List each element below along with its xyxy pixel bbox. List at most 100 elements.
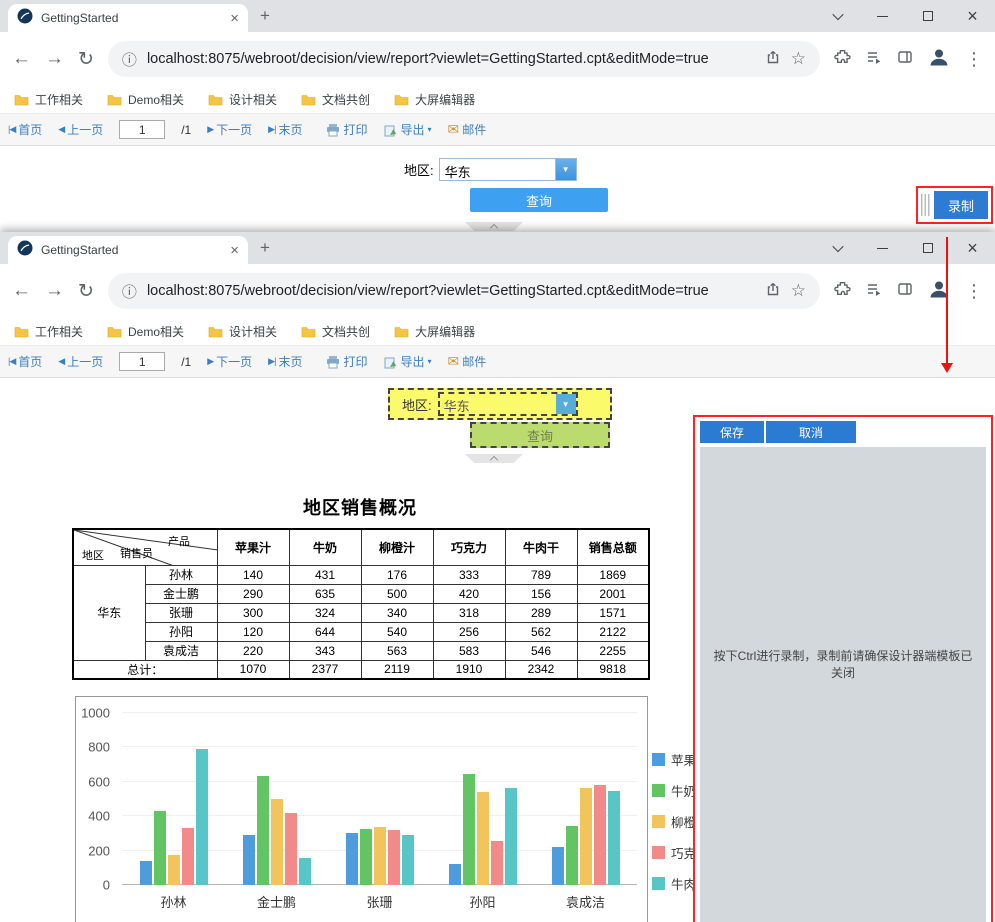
maximize-button[interactable] (905, 0, 950, 32)
print-button[interactable]: 打印 (326, 121, 367, 138)
minimize-button[interactable] (860, 232, 905, 264)
parameter-pane-collapse-handle[interactable] (465, 222, 523, 231)
bookmark-folder-3[interactable]: 设计相关 (208, 323, 277, 340)
bar-series4-cat3 (504, 788, 517, 885)
bookmark-folder-2[interactable]: Demo相关 (107, 91, 184, 108)
chart-x-tick-label: 孙阳 (469, 895, 496, 910)
mail-button[interactable]: ✉ 邮件 (448, 353, 487, 370)
parameter-pane-collapse-handle[interactable] (465, 454, 523, 463)
side-panel-icon[interactable] (897, 49, 913, 70)
query-button-highlighted[interactable]: 查询 (470, 422, 610, 448)
minimize-button[interactable] (860, 0, 905, 32)
page-number-input[interactable] (119, 352, 166, 371)
extensions-puzzle-icon[interactable] (834, 280, 851, 302)
bookmark-folder-3[interactable]: 设计相关 (208, 91, 277, 108)
media-playlist-icon[interactable] (866, 281, 882, 302)
site-info-icon[interactable]: ⓘ (122, 281, 137, 302)
forward-button[interactable]: → (45, 280, 64, 302)
chart-x-tick-label: 金士鹏 (256, 895, 296, 910)
bookmark-folder-1[interactable]: 工作相关 (14, 91, 83, 108)
close-button[interactable]: × (950, 0, 995, 32)
region-parameter-row-highlighted[interactable]: 地区: 华东 ▼ (388, 388, 612, 420)
new-tab-button[interactable]: + (260, 238, 270, 258)
bookmark-folder-4[interactable]: 文档共创 (301, 323, 370, 340)
url-text[interactable]: localhost:8075/webroot/decision/view/rep… (147, 51, 755, 67)
media-playlist-icon[interactable] (866, 49, 882, 70)
region-dropdown-highlighted[interactable]: 华东 ▼ (437, 392, 578, 416)
tab-gettingstarted[interactable]: GettingStarted × (8, 236, 248, 264)
tab-search-button[interactable] (815, 0, 860, 32)
page-number-input[interactable] (119, 120, 166, 139)
print-button[interactable]: 打印 (326, 353, 367, 370)
bookmark-star-icon[interactable]: ☆ (791, 281, 806, 301)
mail-icon: ✉ (447, 353, 460, 369)
report-title: 地区销售概况 (303, 498, 417, 518)
region-dropdown-arrow-button[interactable]: ▼ (554, 159, 576, 180)
reload-button[interactable]: ↻ (78, 48, 94, 71)
tab-search-button[interactable] (815, 232, 860, 264)
last-page-button[interactable]: ▶| 末页 (268, 353, 302, 370)
back-button[interactable]: ← (12, 48, 31, 70)
bar-series1-cat2 (359, 829, 372, 885)
export-button[interactable]: 导出 ▾ (383, 353, 432, 370)
folder-icon (14, 95, 29, 106)
cancel-button[interactable]: 取消 (766, 421, 856, 443)
side-panel-icon[interactable] (897, 281, 913, 302)
reload-button[interactable]: ↻ (78, 280, 94, 303)
extensions-puzzle-icon[interactable] (834, 48, 851, 70)
bookmark-folder-1[interactable]: 工作相关 (14, 323, 83, 340)
prev-page-button[interactable]: ◀ 上一页 (58, 121, 103, 138)
bookmark-folder-4[interactable]: 文档共创 (301, 91, 370, 108)
tab-gettingstarted[interactable]: GettingStarted × (8, 4, 248, 32)
bookmark-folder-2[interactable]: Demo相关 (107, 323, 184, 340)
mail-button[interactable]: ✉ 邮件 (448, 121, 487, 138)
first-page-button[interactable]: |◀ 首页 (8, 353, 42, 370)
browser-menu-icon[interactable]: ⋮ (965, 281, 983, 302)
region-dropdown[interactable]: 华东 ▼ (438, 158, 577, 181)
chart-x-labels: 孙林 金士鹏 张珊 孙阳 袁成洁 (122, 892, 637, 911)
share-icon[interactable] (765, 49, 781, 70)
profile-avatar[interactable] (928, 46, 950, 73)
next-page-button[interactable]: ▶ 下一页 (207, 353, 252, 370)
address-bar[interactable]: ⓘ localhost:8075/webroot/decision/view/r… (107, 273, 820, 309)
region-label: 地区: (404, 163, 434, 178)
chart-bar-group-4 (534, 713, 637, 885)
new-tab-button[interactable]: + (260, 6, 270, 26)
url-text[interactable]: localhost:8075/webroot/decision/view/rep… (147, 283, 755, 299)
bookmark-star-icon[interactable]: ☆ (791, 49, 806, 69)
save-button[interactable]: 保存 (700, 421, 764, 443)
prev-page-button[interactable]: ◀ 上一页 (58, 353, 103, 370)
window2-urlbar: ← → ↻ ⓘ localhost:8075/webroot/decision/… (0, 264, 995, 318)
region-dropdown-value: 华东 (443, 399, 470, 414)
record-button[interactable]: 录制 (934, 191, 988, 219)
last-page-button[interactable]: ▶| 末页 (268, 121, 302, 138)
forward-button[interactable]: → (45, 48, 64, 70)
share-icon[interactable] (765, 281, 781, 302)
bar-series0-cat3 (448, 864, 461, 885)
close-button[interactable]: × (950, 232, 995, 264)
chart-x-tick-label: 孙林 (160, 895, 187, 910)
table-row: 孙阳 120 644 540 256 562 2122 (73, 621, 650, 642)
next-page-button[interactable]: ▶ 下一页 (207, 121, 252, 138)
query-button[interactable]: 查询 (470, 188, 608, 212)
total-cell: 2119 (360, 659, 434, 680)
address-bar[interactable]: ⓘ localhost:8075/webroot/decision/view/r… (107, 41, 820, 77)
back-button[interactable]: ← (12, 280, 31, 302)
tab-close-icon[interactable]: × (230, 243, 239, 258)
bar-series2-cat2 (373, 826, 386, 885)
site-info-icon[interactable]: ⓘ (122, 49, 137, 70)
salesperson-cell: 金士鹏 (144, 583, 218, 604)
window2-report-viewport: 地区: 华东 ▼ 查询 地区销售概况 产品 销售员 地区 苹果汁 牛奶 柳橙汁 … (0, 378, 995, 922)
bookmark-folder-5[interactable]: 大屏编辑器 (394, 323, 475, 340)
bookmark-folder-5[interactable]: 大屏编辑器 (394, 91, 475, 108)
column-header: 柳橙汁 (360, 528, 434, 566)
first-page-button[interactable]: |◀ 首页 (8, 121, 42, 138)
browser-menu-icon[interactable]: ⋮ (965, 49, 983, 70)
region-dropdown-arrow-button[interactable]: ▼ (555, 394, 576, 414)
drag-handle-icon[interactable] (921, 194, 930, 216)
salesperson-cell: 袁成洁 (144, 640, 218, 661)
export-button[interactable]: 导出 ▾ (383, 121, 432, 138)
record-panel: 保存 取消 按下Ctrl进行录制，录制前请确保设计器端模板已关闭 (693, 415, 993, 922)
tab-close-icon[interactable]: × (230, 11, 239, 26)
page-total-label: /1 (181, 122, 192, 137)
